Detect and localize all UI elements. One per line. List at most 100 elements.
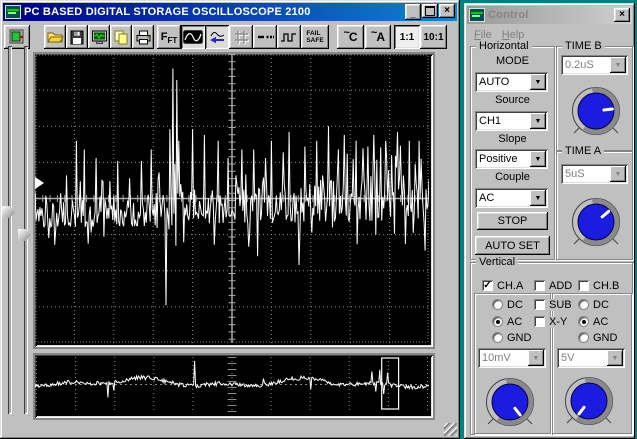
time-a-group-label: TIME A	[562, 145, 605, 157]
source-dropdown[interactable]: CH1 ▼	[475, 111, 548, 131]
main-titlebar[interactable]: PC BASED DIGITAL STORAGE OSCILLOSCOPE 21…	[3, 3, 457, 21]
vertical-group: Vertical ✓ CH.A ✓ ADD ✓ CH.B DC AC GND ✓…	[470, 256, 633, 435]
ch-b-checkbox[interactable]: ✓	[578, 280, 589, 291]
waveform-mode-button[interactable]	[181, 25, 205, 49]
minimize-button[interactable]: _	[405, 4, 421, 20]
ch-a-range-dropdown[interactable]: 10mV ▼	[478, 348, 546, 368]
control-window-title: Control	[488, 9, 529, 21]
time-a-group: TIME A 5uS ▼	[556, 145, 633, 260]
ch-b-ac-label: AC	[593, 316, 609, 328]
ratio-1-1-button[interactable]: 1:1	[394, 25, 420, 49]
temp-a-button[interactable]: ~ A	[365, 25, 391, 49]
ch-a-checkbox[interactable]: ✓	[482, 280, 493, 291]
couple-dropdown[interactable]: AC ▼	[475, 188, 548, 208]
dropdown-arrow-icon: ▼	[610, 57, 626, 73]
stop-button[interactable]: STOP	[477, 212, 548, 230]
save-icon	[70, 30, 84, 44]
time-b-knob[interactable]	[567, 82, 625, 140]
ratio-10-1-button[interactable]: 10:1	[420, 25, 447, 49]
ch-b-knob[interactable]	[560, 372, 618, 430]
sub-checkbox[interactable]: ✓	[534, 299, 545, 310]
square-wave-icon	[281, 32, 296, 42]
control-app-icon	[469, 8, 485, 22]
square-wave-button[interactable]	[277, 25, 301, 49]
control-titlebar[interactable]: Control ×	[467, 6, 632, 24]
couple-label: Couple	[495, 171, 530, 183]
main-waveform-display	[33, 52, 435, 349]
temp-c-button[interactable]: ~ C	[337, 25, 364, 49]
trigger-level-marker[interactable]	[35, 177, 44, 189]
undo-wave-icon	[210, 31, 225, 44]
dropdown-arrow-icon: ▼	[528, 350, 544, 366]
tilde-icon: ~	[343, 27, 350, 39]
open-folder-icon	[47, 32, 64, 43]
mode-dropdown[interactable]: AUTO ▼	[475, 72, 548, 92]
open-button[interactable]	[44, 25, 66, 49]
ch-b-label: CH.B	[593, 280, 620, 292]
vertical-group-label: Vertical	[476, 256, 519, 268]
grid-button[interactable]	[229, 25, 253, 49]
close-button[interactable]: ×	[439, 4, 455, 18]
auto-set-button[interactable]: AUTO SET	[475, 236, 550, 255]
dropdown-arrow-icon[interactable]: ▼	[530, 190, 546, 206]
main-window-title: PC BASED DIGITAL STORAGE OSCILLOSCOPE 21…	[24, 6, 311, 18]
app-icon	[5, 5, 21, 19]
overview-waveform-display	[33, 353, 435, 420]
maximize-button[interactable]	[422, 4, 438, 18]
ch-a-ac-radio[interactable]	[492, 316, 503, 327]
xy-checkbox[interactable]: ✓	[534, 316, 545, 327]
slope-label: Slope	[498, 133, 527, 145]
fft-button[interactable]: F FT	[157, 25, 181, 49]
ch-b-dc-radio[interactable]	[578, 299, 589, 310]
desktop: PC BASED DIGITAL STORAGE OSCILLOSCOPE 21…	[0, 0, 637, 439]
fft-label: F	[160, 31, 168, 43]
horizontal-group-label: Horizontal	[476, 40, 532, 52]
main-waveform-svg	[35, 54, 429, 343]
ch-a-knob[interactable]	[481, 373, 539, 431]
save-button[interactable]	[66, 25, 88, 49]
dropdown-arrow-icon[interactable]: ▼	[530, 151, 546, 167]
time-a-dropdown[interactable]: 5uS ▼	[561, 164, 628, 184]
position-slider-a-thumb[interactable]	[2, 206, 15, 218]
ch-a-ac-label: AC	[507, 316, 523, 328]
source-label: Source	[495, 94, 530, 106]
horizontal-group: Horizontal MODE AUTO ▼ Source CH1 ▼ Slop…	[470, 40, 555, 260]
add-checkbox[interactable]: ✓	[534, 280, 545, 291]
time-b-dropdown[interactable]: 0.2uS ▼	[561, 55, 628, 75]
slope-dropdown[interactable]: Positive ▼	[475, 149, 548, 169]
ch-b-ac-radio[interactable]	[578, 316, 589, 327]
ch-a-dc-radio[interactable]	[492, 299, 503, 310]
control-close-button[interactable]: ×	[614, 8, 630, 22]
tilde-icon: ~	[370, 27, 378, 39]
print-button[interactable]	[132, 25, 154, 49]
maximize-icon	[425, 6, 435, 16]
fail-safe-button[interactable]: FAIL SAFE	[301, 25, 329, 49]
ch-b-gnd-radio[interactable]	[578, 332, 589, 343]
xy-label: X-Y	[549, 316, 568, 328]
sub-label: SUB	[549, 299, 572, 311]
time-a-knob[interactable]	[567, 193, 625, 251]
ch-a-gnd-label: GND	[507, 332, 532, 344]
dashed-line-button[interactable]	[253, 25, 277, 49]
dropdown-arrow-icon[interactable]: ▼	[530, 74, 546, 90]
ch-b-dc-label: DC	[593, 299, 609, 311]
display-button[interactable]	[88, 25, 110, 49]
dropdown-arrow-icon[interactable]: ▼	[530, 113, 546, 129]
time-b-group-label: TIME B	[562, 40, 605, 52]
ch-a-gnd-radio[interactable]	[492, 332, 503, 343]
dashed-line-icon	[257, 35, 274, 39]
undo-wave-button[interactable]	[205, 25, 229, 49]
resize-grip[interactable]	[444, 423, 457, 436]
notes-icon	[114, 30, 128, 44]
ch-a-label: CH.A	[497, 280, 524, 292]
toolbar: F FT FAIL SAFE ~ C ~ A 1:1 10:1	[0, 25, 460, 49]
grid-icon	[235, 30, 249, 45]
ch-a-dc-label: DC	[507, 299, 523, 311]
ch-b-range-dropdown[interactable]: 5V ▼	[557, 348, 625, 368]
notes-button[interactable]	[110, 25, 132, 49]
printer-icon	[136, 30, 150, 44]
ch-b-gnd-label: GND	[593, 332, 618, 344]
position-slider-b-thumb[interactable]	[18, 229, 31, 241]
add-label: ADD	[549, 280, 573, 292]
position-slider-a-track[interactable]	[8, 46, 12, 414]
